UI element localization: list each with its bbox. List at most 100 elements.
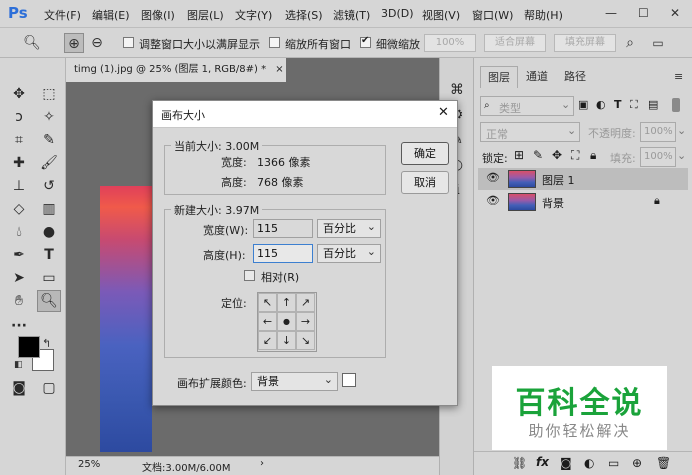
screen-mode-icon[interactable]: ▢ — [38, 378, 60, 398]
width-unit-select[interactable]: 百分比 — [317, 218, 381, 238]
dodge-tool-icon[interactable]: ● — [38, 222, 60, 242]
height-unit-select[interactable]: 百分比 — [317, 243, 381, 263]
filter-kind-select[interactable]: ⌕ 类型 ⌄ — [480, 96, 574, 116]
foreground-color-swatch[interactable] — [18, 336, 40, 358]
tab-channels[interactable]: 通道 — [518, 66, 556, 88]
width-input[interactable]: 115 — [253, 219, 313, 238]
lock-pixels-icon[interactable]: ✎ — [533, 148, 543, 162]
menu-file[interactable]: 文件(F) — [44, 7, 81, 23]
height-input[interactable]: 115 — [253, 244, 313, 263]
menu-select[interactable]: 选择(S) — [285, 7, 323, 23]
magic-wand-tool-icon[interactable]: ✧ — [38, 107, 60, 127]
filter-pixel-icon[interactable]: ▣ — [578, 98, 588, 111]
mask-icon[interactable]: ◙ — [560, 456, 572, 470]
zoom-tool-icon[interactable]: 🔍︎ — [37, 290, 61, 312]
rectangle-tool-icon[interactable]: ▭ — [38, 268, 60, 288]
zoom-all-windows-checkbox[interactable] — [269, 37, 280, 48]
resize-windows-checkbox[interactable] — [123, 37, 134, 48]
dialog-close-icon[interactable]: ✕ — [438, 105, 449, 120]
filter-type-icon[interactable]: T — [614, 98, 622, 111]
search-icon[interactable]: ⌕ — [620, 33, 640, 53]
link-icon[interactable]: ⛓ — [512, 456, 527, 470]
quick-mask-icon[interactable]: ◙ — [8, 378, 30, 398]
brush-tool-icon[interactable]: 🖌︎ — [38, 153, 60, 173]
anchor-top-right[interactable]: ↗ — [296, 293, 315, 312]
close-window-button[interactable]: ✕ — [670, 6, 680, 20]
filter-toggle[interactable] — [672, 98, 680, 112]
crop-tool-icon[interactable]: ⌗ — [8, 130, 30, 150]
menu-type[interactable]: 文字(Y) — [235, 7, 272, 23]
tab-paths[interactable]: 路径 — [556, 66, 594, 88]
default-colors-icon[interactable]: ◧ — [14, 360, 23, 370]
visibility-eye-icon[interactable]: 👁︎ — [486, 194, 500, 210]
layer-row[interactable]: 👁︎ 背景 🔒︎ — [478, 191, 688, 213]
filter-smart-object-icon[interactable]: ▤ — [648, 98, 658, 111]
trash-icon[interactable]: 🗑︎ — [656, 456, 671, 470]
cancel-button[interactable]: 取消 — [401, 171, 449, 194]
menu-window[interactable]: 窗口(W) — [472, 7, 513, 23]
document-tab-close-icon[interactable]: × — [275, 64, 283, 75]
zoom-level[interactable]: 25% — [78, 459, 100, 470]
anchor-center[interactable]: ● — [277, 312, 296, 331]
eyedropper-tool-icon[interactable]: ✎ — [38, 130, 60, 150]
anchor-top-left[interactable]: ↖ — [258, 293, 277, 312]
eraser-tool-icon[interactable]: ◇ — [8, 199, 30, 219]
healing-brush-tool-icon[interactable]: ✚ — [8, 153, 30, 173]
anchor-bottom-right[interactable]: ↘ — [296, 331, 315, 350]
menu-edit[interactable]: 编辑(E) — [92, 7, 130, 23]
history-brush-tool-icon[interactable]: ↺ — [38, 176, 60, 196]
edit-toolbar-icon[interactable]: ··· — [8, 316, 30, 336]
chevron-down-icon[interactable]: ⌄ — [677, 149, 686, 162]
anchor-bottom-left[interactable]: ↙ — [258, 331, 277, 350]
panel-menu-icon[interactable]: ≡ — [674, 70, 683, 83]
extension-color-swatch[interactable] — [342, 373, 356, 387]
opacity-input[interactable]: 100% — [640, 122, 676, 142]
minimize-button[interactable]: — — [605, 6, 617, 20]
relative-checkbox[interactable] — [244, 270, 255, 281]
fill-input[interactable]: 100% — [640, 147, 676, 167]
move-tool-icon[interactable]: ✥ — [8, 84, 30, 104]
lock-artboard-icon[interactable]: ⛶ — [571, 148, 579, 163]
menu-image[interactable]: 图像(I) — [141, 7, 175, 23]
blur-tool-icon[interactable]: 💧︎ — [8, 222, 30, 242]
new-layer-icon[interactable]: ⊕ — [632, 456, 642, 470]
fit-screen-button[interactable]: 适合屏幕 — [484, 34, 546, 52]
lasso-tool-icon[interactable]: ↄ — [8, 107, 30, 127]
menu-help[interactable]: 帮助(H) — [524, 7, 563, 23]
visibility-eye-icon[interactable]: 👁︎ — [486, 171, 500, 187]
path-selection-tool-icon[interactable]: ➤ — [8, 268, 30, 288]
zoom-tool-preset-icon[interactable]: 🔍︎ — [22, 33, 42, 53]
anchor-top[interactable]: ↑ — [277, 293, 296, 312]
adjustment-icon[interactable]: ◐ — [584, 456, 594, 470]
document-tab[interactable]: timg (1).jpg @ 25% (图层 1, RGB/8#) * × — [66, 58, 286, 82]
anchor-left[interactable]: ← — [258, 312, 277, 331]
zoom-100-button[interactable]: 100% — [424, 34, 476, 52]
anchor-right[interactable]: → — [296, 312, 315, 331]
type-tool-icon[interactable]: T — [38, 245, 60, 265]
pen-tool-icon[interactable]: ✒ — [8, 245, 30, 265]
status-menu-arrow-icon[interactable]: › — [260, 458, 264, 469]
hand-tool-icon[interactable]: ✋︎ — [8, 291, 30, 311]
scrubby-zoom-checkbox[interactable] — [360, 35, 371, 48]
anchor-bottom[interactable]: ↓ — [277, 331, 296, 350]
maximize-button[interactable]: ☐ — [638, 6, 649, 20]
history-panel-icon[interactable]: ⌘ — [446, 80, 468, 100]
lock-position-icon[interactable]: ✥ — [552, 148, 562, 162]
chevron-down-icon[interactable]: ⌄ — [677, 124, 686, 137]
fill-screen-button[interactable]: 填充屏幕 — [554, 34, 616, 52]
menu-layer[interactable]: 图层(L) — [187, 7, 224, 23]
blend-mode-select[interactable]: 正常 ⌄ — [480, 122, 580, 142]
clone-stamp-tool-icon[interactable]: ⊥ — [8, 176, 30, 196]
layer-row[interactable]: 👁︎ 图层 1 — [478, 168, 688, 190]
ok-button[interactable]: 确定 — [401, 142, 449, 165]
extension-color-select[interactable]: 背景 — [251, 371, 338, 391]
folder-icon[interactable]: ▭ — [608, 456, 619, 470]
lock-transparent-icon[interactable]: ⊞ — [514, 148, 524, 162]
filter-adjustment-icon[interactable]: ◐ — [596, 98, 606, 111]
marquee-tool-icon[interactable]: ⬚ — [38, 84, 60, 104]
workspace-icon[interactable]: ▭ — [648, 33, 668, 53]
tab-layers[interactable]: 图层 — [480, 66, 518, 88]
fx-icon[interactable]: fx — [536, 455, 549, 469]
zoom-out-icon[interactable]: ⊖ — [87, 33, 107, 53]
zoom-in-icon[interactable]: ⊕ — [64, 33, 84, 53]
